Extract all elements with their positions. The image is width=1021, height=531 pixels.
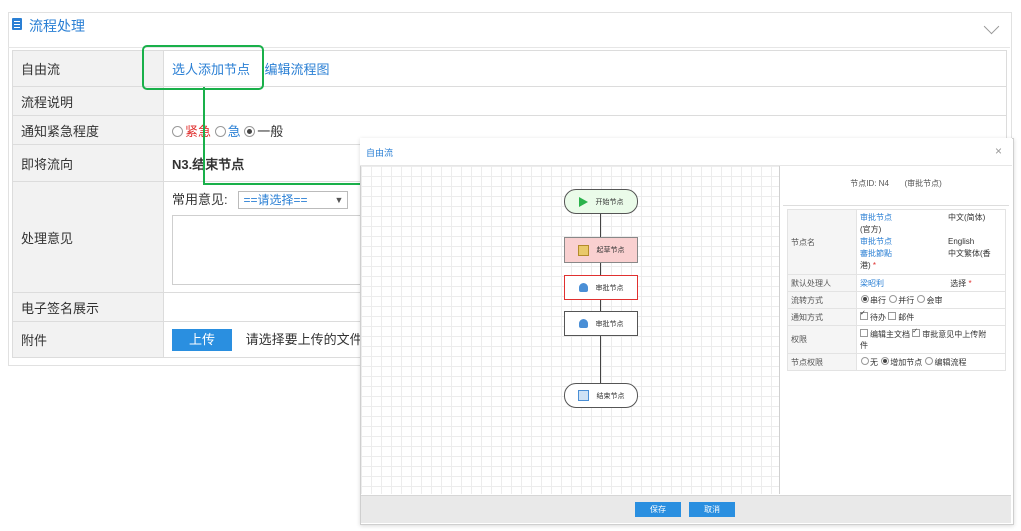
approve-node-1[interactable]: 审批节点: [564, 275, 638, 300]
panel-title: 流程处理: [29, 18, 85, 34]
lang-hk: 中文繁体(香: [948, 249, 991, 258]
edit-flow-radio[interactable]: [925, 357, 934, 366]
approve-node-2-label: 审批节点: [595, 320, 624, 328]
joint-review-label: 会审: [926, 295, 943, 305]
upload-attachment-label: 审批意见中上传附: [922, 329, 987, 339]
notify-label: 通知方式: [787, 308, 857, 326]
hurry-radio[interactable]: [214, 125, 226, 137]
flow-mode-cell: 串行 并行 会审: [856, 291, 1006, 309]
row-label-flow-desc: 流程说明: [12, 86, 164, 116]
node-id: 节点ID: N4: [850, 179, 889, 188]
node-name-en-input[interactable]: 审批节点: [860, 236, 948, 248]
notify-cell: 待办 邮件: [856, 308, 1006, 326]
approve-node-1-label: 审批节点: [595, 284, 624, 292]
default-handler-input[interactable]: 梁昭利: [860, 278, 948, 289]
lang-hk-suffix: 港): [860, 261, 871, 270]
default-handler-label: 默认处理人: [787, 274, 857, 292]
common-opinion-select[interactable]: ==请选择== ▼: [238, 191, 349, 209]
row-label-signature: 电子签名展示: [12, 292, 164, 322]
common-opinion-label: 常用意见:: [172, 192, 228, 207]
parallel-label: 并行: [898, 295, 915, 305]
joint-review-radio[interactable]: [917, 295, 926, 304]
node-name-cell: 审批节点 中文(简体) (官方) 审批节点 English 審批節點 中文繁体(香 港…: [856, 209, 1006, 275]
document-icon: [12, 18, 22, 30]
email-checkbox[interactable]: [888, 312, 897, 321]
email-label: 邮件: [898, 312, 915, 322]
cancel-button[interactable]: 取消: [689, 502, 735, 517]
edit-main-doc-checkbox[interactable]: [860, 329, 868, 338]
serial-label: 串行: [870, 295, 886, 305]
panel-header: [8, 12, 1010, 48]
play-icon: [578, 196, 588, 207]
user-icon: [578, 283, 588, 292]
close-icon[interactable]: ×: [995, 144, 1002, 158]
flow-mode-label: 流转方式: [787, 291, 857, 309]
normal-label: 一般: [257, 123, 284, 139]
calendar-icon: [577, 244, 589, 256]
node-permission-label: 节点权限: [787, 353, 857, 371]
row-label-urgency: 通知紧急程度: [12, 115, 164, 145]
approve-node-2[interactable]: 审批节点: [564, 311, 638, 336]
save-button[interactable]: 保存: [635, 502, 681, 517]
end-node-label: 结束节点: [596, 392, 625, 400]
lang-zh-suffix: (官方): [860, 225, 882, 234]
none-label: 无: [870, 357, 878, 367]
next-flow-value: N3.结束节点: [172, 156, 245, 172]
common-opinion-select-value: ==请选择==: [243, 193, 308, 207]
end-node[interactable]: 结束节点: [564, 383, 638, 408]
permission-label: 权限: [787, 325, 857, 354]
upload-button[interactable]: 上传: [172, 328, 232, 351]
row-label-next-flow: 即将流向: [12, 144, 164, 182]
add-node-label: 增加节点: [890, 357, 923, 367]
props-table: 节点名 审批节点 中文(简体) (官方) 审批节点 English 審批節點 中文繁体…: [787, 209, 1006, 371]
dialog-titlebar: [360, 138, 1012, 166]
upload-attachment-label-cont: 件: [860, 340, 868, 350]
lang-en: English: [948, 237, 975, 246]
upload-hint: 请选择要上传的文件: [245, 331, 363, 347]
node-name-label: 节点名: [787, 209, 857, 275]
none-radio[interactable]: [861, 357, 869, 366]
draft-node[interactable]: 起草节点: [564, 237, 638, 263]
free-flow-cell: 选人添加节点 编辑流程图: [163, 50, 1007, 87]
normal-radio[interactable]: [244, 125, 256, 137]
start-node-label: 开始节点: [595, 198, 624, 206]
caret-down-icon: ▼: [334, 195, 344, 205]
todo-label: 待办: [870, 312, 886, 322]
add-node-radio[interactable]: [881, 357, 890, 366]
required-mark: *: [968, 278, 972, 288]
dialog-footer: [361, 495, 1011, 523]
node-type: (审批节点): [904, 179, 942, 188]
edit-flow-label: 编辑流程: [934, 357, 967, 367]
check-icon: [577, 390, 589, 401]
props-divider: [783, 205, 1009, 206]
serial-radio[interactable]: [861, 295, 869, 304]
edit-flow-chart-link[interactable]: 编辑流程图: [264, 62, 329, 77]
upload-attachment-checkbox[interactable]: [912, 326, 921, 338]
default-handler-cell: 梁昭利 选择 *: [856, 274, 1006, 292]
row-label-attachment: 附件: [12, 321, 164, 358]
node-permission-cell: 无 增加节点 编辑流程: [856, 353, 1006, 371]
lang-zh: 中文(简体): [948, 213, 986, 222]
node-id-line: 节点ID: N4 (审批节点): [786, 178, 1006, 189]
urgent-radio[interactable]: [172, 125, 183, 137]
highlight-box: [142, 45, 264, 90]
draft-node-label: 起草节点: [596, 247, 625, 254]
user-icon: [578, 319, 588, 328]
row-label-opinion: 处理意见: [12, 181, 164, 293]
highlight-connector-vertical: [203, 87, 205, 183]
todo-checkbox[interactable]: [860, 309, 868, 321]
required-mark: *: [872, 261, 877, 270]
permission-cell: 编辑主文档 审批意见中上传附 件: [856, 325, 1006, 354]
start-node[interactable]: 开始节点: [564, 189, 638, 214]
urgent-label: 紧急: [185, 123, 212, 139]
dialog-title: 自由流: [366, 148, 394, 158]
node-name-hk-input[interactable]: 審批節點: [860, 248, 948, 260]
flow-desc-cell: [163, 86, 1007, 116]
row-label-free-flow: 自由流: [12, 50, 164, 87]
hurry-label: 急: [227, 123, 241, 139]
parallel-radio[interactable]: [889, 295, 898, 304]
select-handler-link[interactable]: 选择: [950, 279, 966, 288]
node-name-zh-input[interactable]: 审批节点: [860, 212, 948, 224]
edit-main-doc-label: 编辑主文档: [870, 329, 910, 339]
